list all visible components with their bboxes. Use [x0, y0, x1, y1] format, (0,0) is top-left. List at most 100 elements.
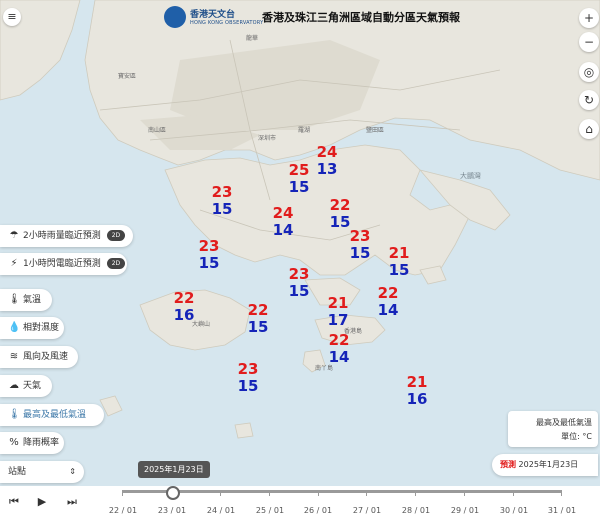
timeline-tick	[366, 490, 367, 496]
temp-marker[interactable]: 25 15	[284, 162, 314, 196]
temp-marker[interactable]: 22 14	[324, 332, 354, 366]
min-temp: 14	[328, 348, 350, 366]
temp-marker[interactable]: 21 17	[323, 295, 353, 329]
timeline-label[interactable]: 25 / 01	[253, 506, 287, 515]
rewind-button[interactable]: ⏮	[4, 492, 24, 512]
max-temp: 22	[247, 301, 269, 319]
weather-label: 天氣	[23, 381, 42, 391]
refresh-button[interactable]: ↻	[579, 90, 599, 110]
max-temp: 22	[328, 331, 350, 349]
timeline-label[interactable]: 24 / 01	[204, 506, 238, 515]
toggle-2d-rain[interactable]: 2D	[106, 230, 126, 241]
temp-marker[interactable]: 22 15	[325, 197, 355, 231]
min-temp: 15	[237, 377, 259, 395]
temp-marker[interactable]: 23 15	[207, 184, 237, 218]
timeline-label[interactable]: 26 / 01	[301, 506, 335, 515]
min-temp: 15	[288, 282, 310, 300]
page-title: 香港及珠江三角洲區域自動分區天氣預報	[262, 11, 460, 24]
max-temp: 25	[288, 161, 310, 179]
menu-max-min-temp[interactable]: 🌡 最高及最低氣溫	[0, 404, 104, 426]
max-temp: 24	[272, 204, 294, 222]
menu-lightning-nowcast[interactable]: ⚡ 1小時閃電臨近預測 2D	[0, 253, 127, 275]
min-temp: 15	[198, 254, 220, 272]
max-temp: 22	[329, 196, 351, 214]
temp-marker[interactable]: 24 13	[312, 144, 342, 178]
timeline-label[interactable]: 30 / 01	[497, 506, 531, 515]
rain-probability-label: 降雨概率	[23, 438, 60, 448]
timeline-track[interactable]	[122, 490, 562, 493]
weather-cloud-icon: ☁	[9, 380, 19, 391]
thermometer-icon: 🌡	[8, 294, 21, 305]
lightning-icon: ⚡	[10, 258, 18, 269]
menu-weather[interactable]: ☁ 天氣	[0, 375, 52, 397]
menu-rain-nowcast[interactable]: ☂ 2小時雨量臨近預測 2D	[0, 225, 133, 247]
temp-marker[interactable]: 24 14	[268, 205, 298, 239]
timeline-tick	[269, 490, 270, 496]
max-temp: 22	[173, 289, 195, 307]
menu-temperature[interactable]: 🌡 氣溫	[0, 289, 52, 311]
min-temp: 15	[288, 178, 310, 196]
home-icon: ⌂	[585, 122, 593, 136]
hamburger-menu-button[interactable]: ≡	[3, 8, 21, 26]
temp-marker[interactable]: 22 14	[373, 285, 403, 319]
temp-marker[interactable]: 22 15	[243, 302, 273, 336]
station-select[interactable]: 站點 ⇕	[0, 461, 84, 483]
minus-icon: −	[583, 35, 595, 49]
min-temp: 15	[247, 318, 269, 336]
logo-text-cn: 香港天文台	[190, 10, 236, 20]
timeline-tick	[561, 490, 562, 496]
max-temp: 22	[377, 284, 399, 302]
fast-forward-button[interactable]: ⏭	[62, 492, 82, 512]
timeline-label[interactable]: 27 / 01	[350, 506, 384, 515]
timeline-label[interactable]: 28 / 01	[399, 506, 433, 515]
plus-icon: +	[583, 11, 595, 25]
label-luohu: 羅湖	[298, 126, 310, 134]
dual-thermometer-icon: 🌡	[8, 409, 21, 420]
timeline-slider-handle[interactable]	[166, 486, 180, 500]
zoom-in-button[interactable]: +	[579, 8, 599, 28]
label-nanshan: 南山區	[148, 126, 166, 134]
temp-marker[interactable]: 23 15	[194, 238, 224, 272]
timeline-label[interactable]: 29 / 01	[448, 506, 482, 515]
station-select-value: 站點	[8, 467, 27, 477]
hko-logo-icon	[164, 6, 186, 28]
temp-marker[interactable]: 22 16	[169, 290, 199, 324]
toggle-2d-lightning[interactable]: 2D	[106, 258, 126, 269]
timeline-label[interactable]: 31 / 01	[545, 506, 579, 515]
min-temp: 16	[406, 390, 428, 408]
temp-marker[interactable]: 21 16	[402, 374, 432, 408]
timeline-tick	[318, 490, 319, 496]
menu-wind[interactable]: ≋ 風向及風速	[0, 346, 78, 368]
timeline-label[interactable]: 23 / 01	[155, 506, 189, 515]
temp-marker[interactable]: 21 15	[384, 245, 414, 279]
select-caret-icon: ⇕	[69, 467, 76, 476]
forecast-date: 2025年1月23日	[518, 460, 579, 469]
label-yantian: 鹽田區	[366, 126, 384, 134]
temp-marker[interactable]: 23 15	[345, 228, 375, 262]
legend-box: 最高及最低氣溫 單位: °C	[508, 411, 598, 447]
min-temp: 13	[316, 160, 338, 178]
percent-icon: %	[9, 437, 19, 448]
logo-text-en: HONG KONG OBSERVATORY	[190, 20, 264, 26]
home-button[interactable]: ⌂	[579, 119, 599, 139]
max-temp: 23	[237, 360, 259, 378]
max-temp: 23	[349, 227, 371, 245]
locate-icon: ◎	[583, 65, 595, 79]
play-button[interactable]: ▶	[32, 492, 52, 512]
humidity-label: 相對濕度	[23, 323, 60, 333]
temp-marker[interactable]: 23 15	[284, 266, 314, 300]
legend-unit: 單位: °C	[561, 432, 592, 441]
zoom-out-button[interactable]: −	[579, 32, 599, 52]
label-longhua: 龍華	[246, 34, 258, 42]
temp-marker[interactable]: 23 15	[233, 361, 263, 395]
menu-rain-probability[interactable]: % 降雨概率	[0, 432, 64, 454]
humidity-drop-icon: 💧	[8, 322, 21, 333]
min-temp: 16	[173, 306, 195, 324]
timeline-label[interactable]: 22 / 01	[106, 506, 140, 515]
label-shenzhen: 深圳市	[258, 134, 276, 142]
label-bao-an: 寶安區	[118, 72, 136, 80]
locate-button[interactable]: ◎	[579, 62, 599, 82]
menu-humidity[interactable]: 💧 相對濕度	[0, 317, 64, 339]
fast-forward-icon: ⏭	[67, 495, 77, 508]
label-dapeng-bay: 大鵬灣	[460, 171, 481, 180]
